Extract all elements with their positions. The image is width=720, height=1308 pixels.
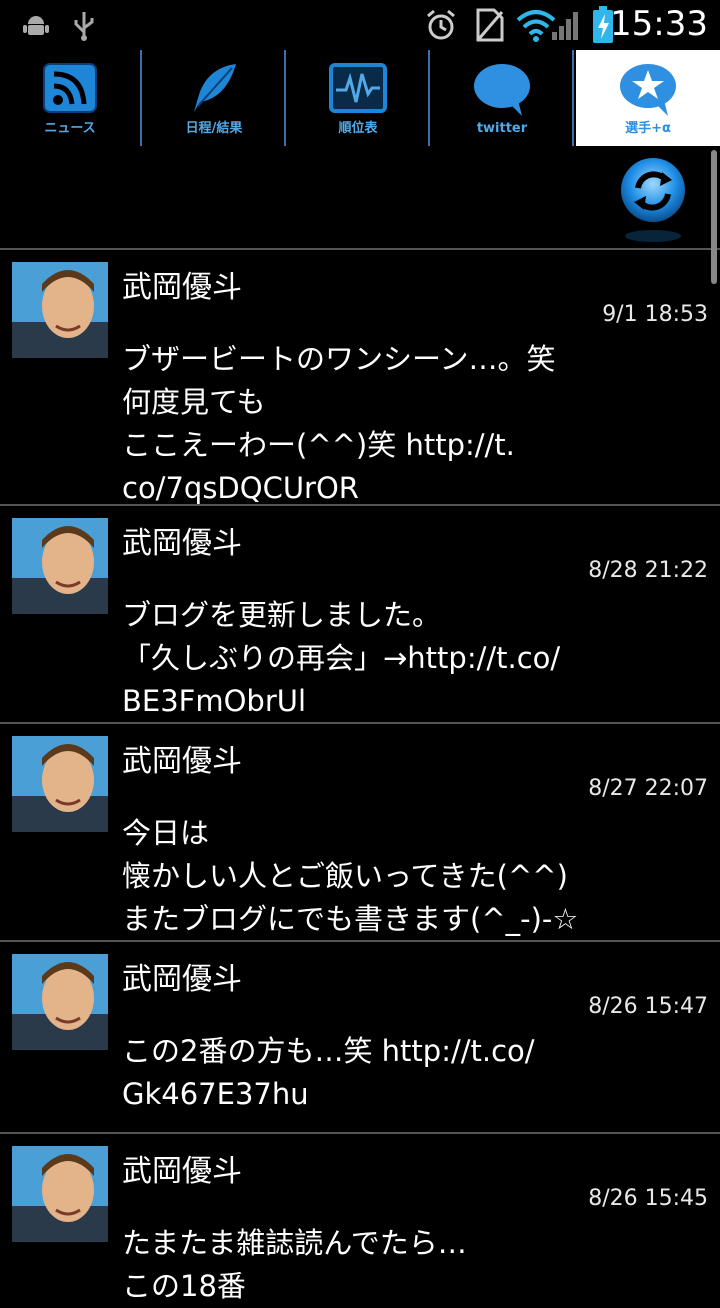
- avatar: [12, 954, 108, 1050]
- status-bar: 15:33: [0, 0, 720, 50]
- tweet-timestamp: 8/26 15:47: [588, 994, 708, 1019]
- alarm-icon: [427, 9, 455, 40]
- tweet-author: 武岡優斗: [122, 526, 242, 561]
- chart-monitor-icon: [329, 63, 387, 113]
- no-sim-icon: [476, 8, 504, 42]
- tweet-item[interactable]: 武岡優斗 8/27 22:07 今日は 懐かしい人とご飯いってきた(^^) また…: [0, 724, 720, 942]
- tweet-timestamp: 8/26 15:45: [588, 1186, 708, 1211]
- avatar: [12, 518, 108, 614]
- tweet-text: 今日は 懐かしい人とご飯いってきた(^^) またブログにでも書きます(^_-)-…: [122, 816, 579, 936]
- tweet-item[interactable]: 武岡優斗 8/26 15:47 この2番の方も…笑 http://t.co/ G…: [0, 942, 720, 1134]
- toolbar: [0, 148, 720, 250]
- tweet-text: ブログを更新しました。 「久しぶりの再会」→http://t.co/ BE3Fm…: [122, 598, 561, 718]
- android-debug-icon: [23, 16, 49, 35]
- tweet-text: ブザービートのワンシーン…。笑 何度見ても ここえーわー(^^)笑 http:/…: [122, 342, 556, 505]
- tweet-timestamp: 9/1 18:53: [602, 302, 708, 327]
- avatar: [12, 1146, 108, 1242]
- speech-bubble-icon: [474, 64, 530, 116]
- tweet-timestamp: 8/27 22:07: [588, 776, 708, 801]
- tab-players[interactable]: 選手+α: [576, 50, 720, 146]
- tweet-timestamp: 8/28 21:22: [588, 558, 708, 583]
- tab-bar: ニュース 日程/結果 順位表 twitter 選手+α: [0, 50, 720, 150]
- tab-standings[interactable]: 順位表: [288, 50, 430, 146]
- tab-label: 順位表: [338, 121, 378, 136]
- tab-twitter[interactable]: twitter: [432, 50, 574, 146]
- tweet-list: 武岡優斗 9/1 18:53 ブザービートのワンシーン…。笑 何度見ても ここえ…: [0, 250, 720, 1303]
- tweet-item[interactable]: 武岡優斗 8/28 21:22 ブログを更新しました。 「久しぶりの再会」→ht…: [0, 506, 720, 724]
- tab-label: 選手+α: [625, 121, 671, 136]
- clock: 15:33: [610, 4, 708, 44]
- tab-label: twitter: [476, 121, 528, 136]
- tweet-author: 武岡優斗: [122, 270, 242, 305]
- usb-icon: [74, 12, 94, 41]
- avatar: [12, 262, 108, 358]
- tab-schedule[interactable]: 日程/結果: [144, 50, 286, 146]
- tweet-author: 武岡優斗: [122, 962, 242, 997]
- refresh-button[interactable]: [616, 158, 690, 248]
- tab-label: ニュース: [44, 121, 96, 136]
- signal-icon: [552, 12, 578, 40]
- rss-icon: [43, 63, 97, 113]
- star-bubble-icon: [620, 64, 676, 116]
- tweet-author: 武岡優斗: [122, 744, 242, 779]
- feather-icon: [194, 64, 236, 112]
- tweet-author: 武岡優斗: [122, 1154, 242, 1189]
- tweet-text: この2番の方も…笑 http://t.co/ Gk467E37hu: [122, 1034, 535, 1111]
- avatar: [12, 736, 108, 832]
- tweet-text: たまたま雑誌読んでたら… この18番: [122, 1226, 467, 1303]
- tweet-item[interactable]: 武岡優斗 9/1 18:53 ブザービートのワンシーン…。笑 何度見ても ここえ…: [0, 250, 720, 506]
- tweet-item[interactable]: 武岡優斗 8/26 15:45 たまたま雑誌読んでたら… この18番: [0, 1134, 720, 1303]
- tab-news[interactable]: ニュース: [0, 50, 142, 146]
- tab-label: 日程/結果: [185, 121, 243, 136]
